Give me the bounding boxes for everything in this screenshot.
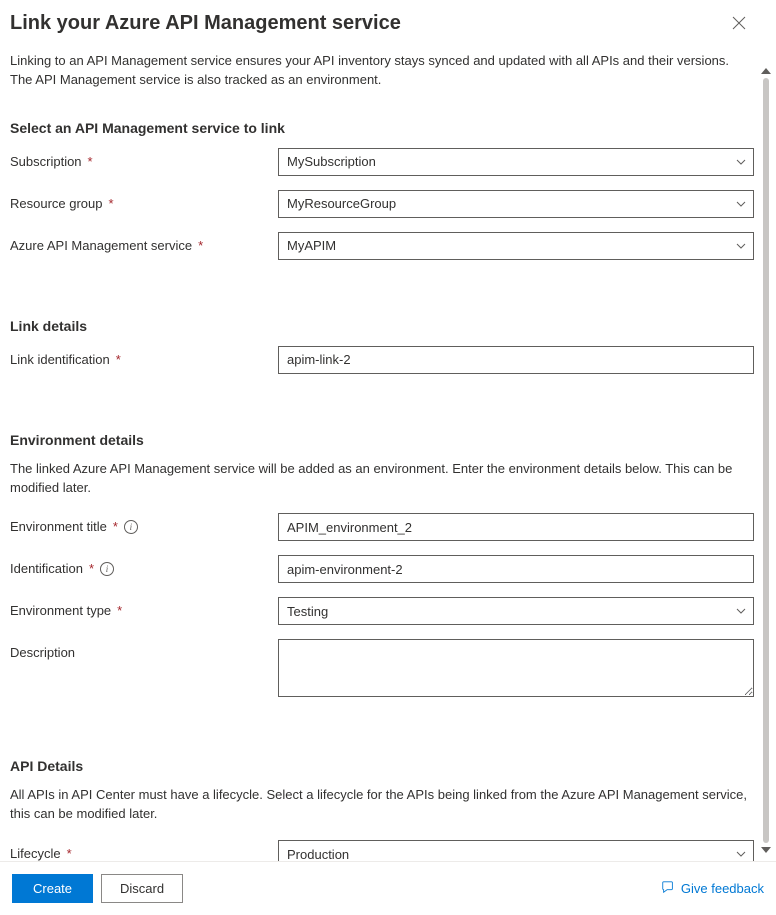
required-marker: * [116,352,121,367]
section-api-desc: All APIs in API Center must have a lifec… [10,786,754,824]
page-title: Link your Azure API Management service [10,12,401,35]
row-subscription: Subscription* MySubscription [10,148,754,176]
required-marker: * [67,846,72,861]
chevron-down-icon [735,156,747,168]
apim-service-label: Azure API Management service* [10,232,278,253]
env-title-input[interactable] [278,513,754,541]
subscription-select[interactable]: MySubscription [278,148,754,176]
resource-group-select[interactable]: MyResourceGroup [278,190,754,218]
required-marker: * [88,154,93,169]
footer-actions: Create Discard [12,874,183,903]
description-textarea[interactable] [278,639,754,697]
scroll-track[interactable] [763,78,769,843]
section-api-heading: API Details [10,758,754,774]
row-link-identification: Link identification* [10,346,754,374]
create-button[interactable]: Create [12,874,93,903]
info-icon[interactable]: i [124,520,138,534]
scroll-up-icon[interactable] [761,68,771,74]
identification-label: Identification* i [10,555,278,576]
feedback-label: Give feedback [681,881,764,896]
section-select-heading: Select an API Management service to link [10,120,754,136]
info-icon[interactable]: i [100,562,114,576]
env-type-label: Environment type* [10,597,278,618]
dialog-pane: Link your Azure API Management service L… [10,0,754,855]
description-label: Description [10,639,278,660]
required-marker: * [198,238,203,253]
link-identification-label: Link identification* [10,346,278,367]
lifecycle-value: Production [287,847,349,862]
section-link-heading: Link details [10,318,754,334]
header: Link your Azure API Management service [10,10,754,38]
subscription-label: Subscription* [10,148,278,169]
row-env-title: Environment title* i [10,513,754,541]
scrollbar[interactable] [760,68,772,853]
footer: Create Discard Give feedback [0,861,776,915]
link-identification-input[interactable] [278,346,754,374]
row-description: Description [10,639,754,700]
subscription-value: MySubscription [287,154,376,169]
scroll-down-icon[interactable] [761,847,771,853]
chevron-down-icon [735,240,747,252]
chevron-down-icon [735,605,747,617]
intro-text: Linking to an API Management service ens… [10,52,754,90]
env-title-label: Environment title* i [10,513,278,534]
row-identification: Identification* i [10,555,754,583]
env-type-select[interactable]: Testing [278,597,754,625]
required-marker: * [113,519,118,534]
section-env-heading: Environment details [10,432,754,448]
section-env-desc: The linked Azure API Management service … [10,460,754,498]
apim-service-select[interactable]: MyAPIM [278,232,754,260]
close-button[interactable] [726,10,752,38]
chevron-down-icon [735,198,747,210]
resource-group-label: Resource group* [10,190,278,211]
required-marker: * [89,561,94,576]
identification-input[interactable] [278,555,754,583]
chevron-down-icon [735,848,747,860]
feedback-icon [661,880,675,897]
give-feedback-link[interactable]: Give feedback [661,880,764,897]
close-icon [732,17,746,33]
resource-group-value: MyResourceGroup [287,196,396,211]
row-env-type: Environment type* Testing [10,597,754,625]
required-marker: * [109,196,114,211]
row-apim-service: Azure API Management service* MyAPIM [10,232,754,260]
row-resource-group: Resource group* MyResourceGroup [10,190,754,218]
env-type-value: Testing [287,604,328,619]
apim-service-value: MyAPIM [287,238,336,253]
lifecycle-label: Lifecycle* [10,840,278,861]
required-marker: * [117,603,122,618]
discard-button[interactable]: Discard [101,874,183,903]
